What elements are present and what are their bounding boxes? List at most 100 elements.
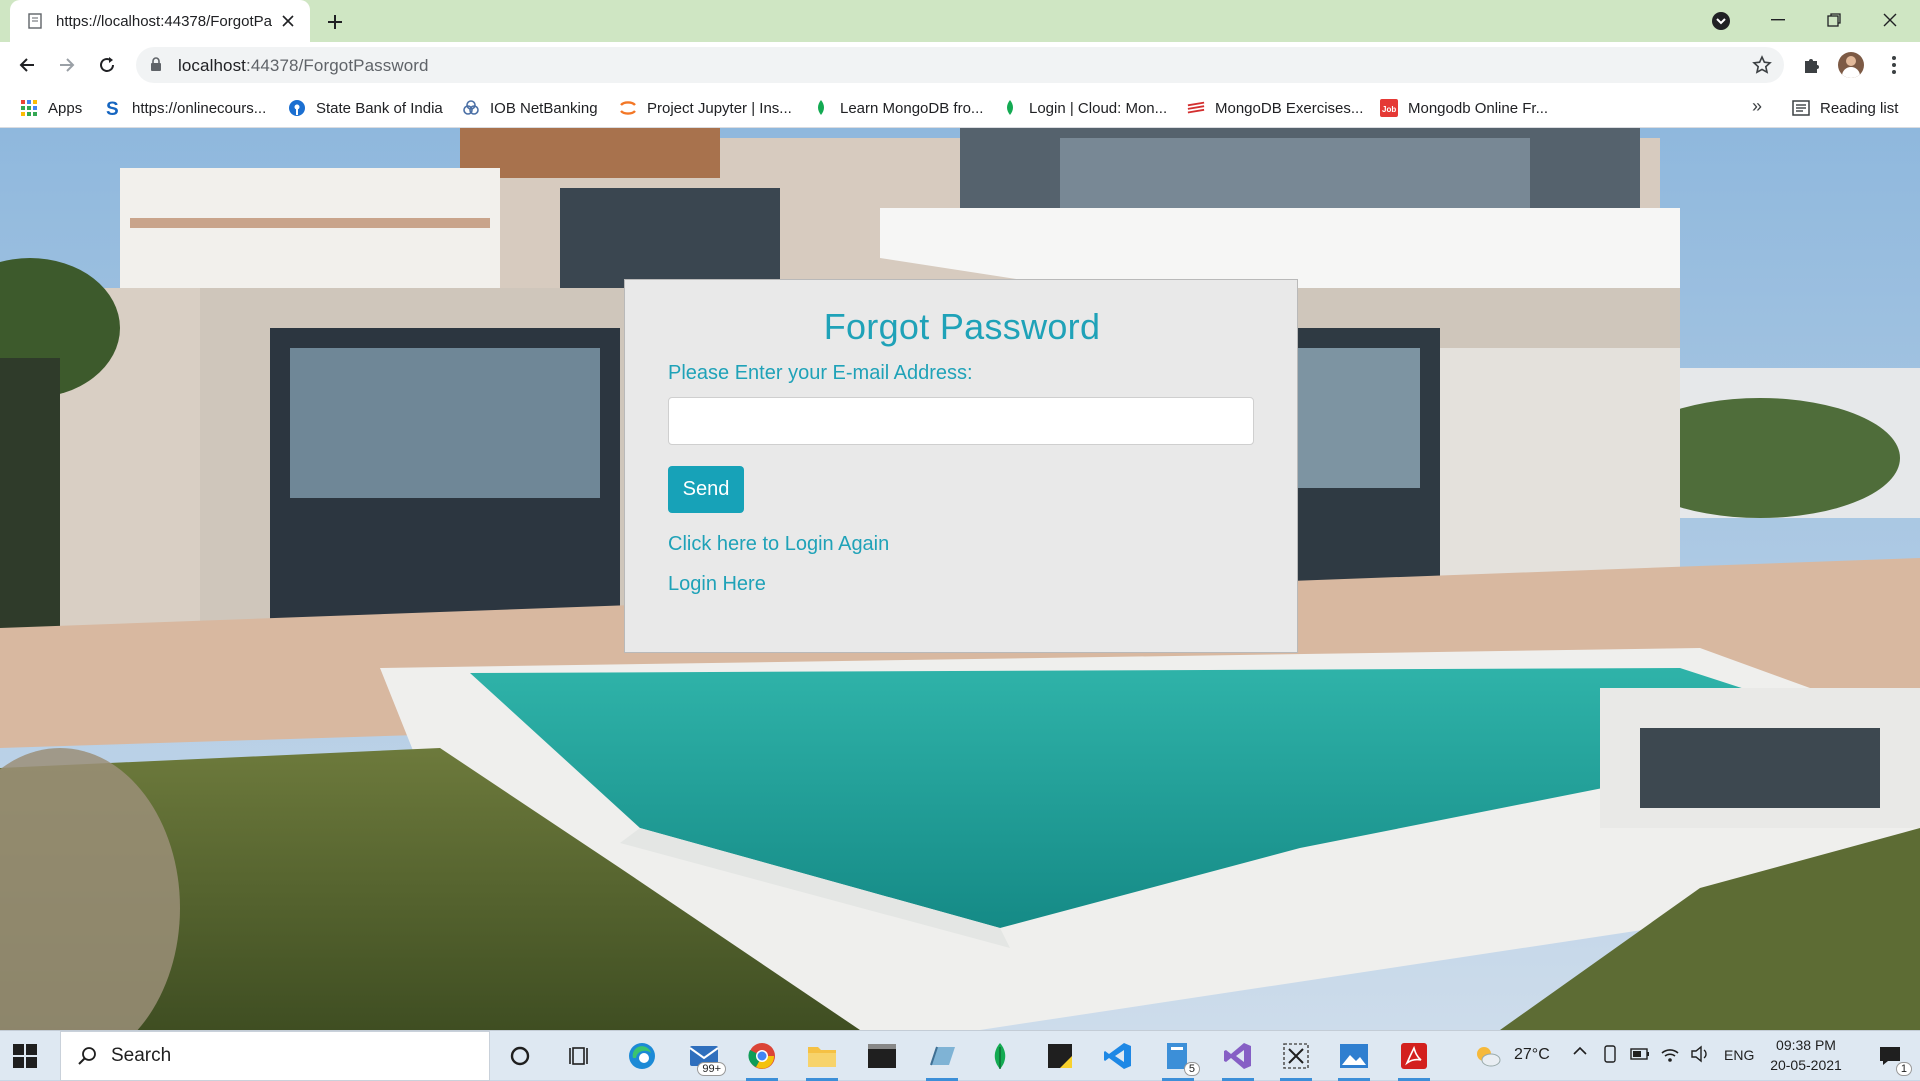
close-tab-icon[interactable] [278,11,298,31]
input-language[interactable]: ENG [1724,1047,1754,1063]
bookmark-label: Learn MongoDB fro... [840,99,984,117]
notifications-icon[interactable]: 1 [1866,1031,1914,1081]
forgot-password-card: Forgot Password Please Enter your E-mail… [624,279,1298,653]
profile-avatar[interactable] [1838,52,1864,78]
email-input[interactable] [668,397,1254,445]
forward-arrow-icon[interactable] [53,51,81,79]
volume-icon[interactable] [1690,1045,1710,1068]
mail-icon[interactable]: 99+ [680,1031,728,1081]
svg-text:Job: Job [1382,105,1396,114]
bookmark-label: Mongodb Online Fr... [1408,99,1549,117]
url-text[interactable]: localhost:44378/ForgotPassword [178,56,429,76]
cortana-icon[interactable] [496,1031,544,1081]
apps-grid-icon [20,99,38,117]
s-logo-icon: S [104,99,122,117]
sticky-notes-icon[interactable] [1036,1031,1084,1081]
bookmark-sbi[interactable]: State Bank of India [288,94,443,122]
url-host: localhost [178,56,246,75]
tab-search-icon[interactable] [1710,10,1732,32]
bookmark-jupyter[interactable]: Project Jupyter | Ins... [619,94,792,122]
wifi-icon[interactable] [1660,1045,1680,1068]
chrome-icon[interactable] [738,1031,786,1081]
bookmark-apps[interactable]: Apps [20,94,82,122]
send-button[interactable]: Send [668,466,744,513]
acrobat-reader-icon[interactable] [1390,1031,1438,1081]
bookmark-label: Apps [48,99,83,117]
browser-toolbar: localhost:44378/ForgotPassword [0,42,1920,88]
clock-date: 20-05-2021 [1770,1057,1842,1073]
bookmark-label: Project Jupyter | Ins... [647,99,792,117]
bookmark-mongodb-cloud-login[interactable]: Login | Cloud: Mon... [1001,94,1167,122]
sbi-logo-icon [288,99,306,117]
tab-title: https://localhost:44378/ForgotPa [56,12,272,30]
vscode-icon[interactable] [1094,1031,1142,1081]
minimize-window-icon[interactable] [1750,0,1806,40]
bookmarks-overflow-chevron[interactable]: » [1752,96,1762,117]
file-explorer-icon[interactable] [798,1031,846,1081]
bookmark-label: MongoDB Exercises... [1215,99,1364,117]
bookmark-label: State Bank of India [316,99,443,117]
job-logo-icon: Job [1380,99,1398,117]
task-view-icon[interactable] [556,1031,604,1081]
bookmarks-bar: Apps S https://onlinecours... State Bank… [0,88,1920,128]
files-app-icon[interactable]: 5 [1154,1031,1202,1081]
terminal-icon[interactable] [858,1031,906,1081]
weather-temperature[interactable]: 27°C [1514,1046,1550,1064]
windows-start-icon[interactable] [12,1043,38,1069]
w3resource-logo-icon [1187,99,1205,117]
browser-menu-icon[interactable] [1880,51,1908,79]
snipping-tool-icon[interactable] [1272,1031,1320,1081]
taskbar-search-box[interactable]: Search [60,1031,490,1081]
notes-app-icon[interactable] [918,1031,966,1081]
jupyter-logo-icon [619,99,637,117]
email-label: Please Enter your E-mail Address: [668,362,973,384]
lock-icon[interactable] [150,57,162,77]
reading-list-label: Reading list [1820,99,1899,117]
bookmark-iob[interactable]: IOB NetBanking [462,94,598,122]
page-viewport: Forgot Password Please Enter your E-mail… [0,128,1920,1030]
mongodb-leaf-icon [1001,99,1019,117]
reload-icon[interactable] [93,51,121,79]
mongodb-leaf-icon [812,99,830,117]
reading-list-icon [1792,100,1810,116]
iob-logo-icon [462,99,480,117]
bookmark-label: Login | Cloud: Mon... [1029,99,1168,117]
bookmark-onlinecourses[interactable]: S https://onlinecours... [104,94,266,122]
reading-list-button[interactable]: Reading list [1792,94,1898,122]
system-clock[interactable]: 09:38 PM 20-05-2021 [1763,1035,1849,1075]
svg-text:S: S [106,99,119,117]
photos-app-icon[interactable] [1330,1031,1378,1081]
browser-tab-active[interactable]: https://localhost:44378/ForgotPa [10,0,310,42]
browser-tab-strip: https://localhost:44378/ForgotPa [0,0,1920,42]
bookmark-learn-mongodb[interactable]: Learn MongoDB fro... [812,94,983,122]
bookmark-star-icon[interactable] [1752,55,1772,80]
new-tab-icon[interactable] [322,9,348,35]
bookmark-label: https://onlinecours... [132,99,267,117]
page-favicon-icon [26,12,44,30]
bookmark-mongodb-online[interactable]: Job Mongodb Online Fr... [1380,94,1548,122]
restore-window-icon[interactable] [1806,0,1862,40]
address-bar[interactable]: localhost:44378/ForgotPassword [136,47,1784,83]
page-title: Forgot Password [823,306,1101,347]
extensions-puzzle-icon[interactable] [1798,51,1826,79]
visual-studio-icon[interactable] [1214,1031,1262,1081]
back-arrow-icon[interactable] [13,51,41,79]
login-here-link[interactable]: Login Here [668,573,766,596]
tray-chevron-up-icon[interactable] [1572,1043,1588,1064]
close-window-icon[interactable] [1862,0,1918,40]
bookmark-mongodb-exercises[interactable]: MongoDB Exercises... [1187,94,1363,122]
files-window-count-badge: 5 [1183,1062,1200,1076]
weather-icon[interactable] [1464,1031,1512,1081]
url-path: :44378/ForgotPassword [246,56,429,75]
clock-time: 09:38 PM [1776,1037,1836,1053]
mongodb-compass-icon[interactable] [976,1031,1024,1081]
device-icon[interactable] [1602,1045,1618,1068]
edge-browser-icon[interactable] [618,1031,666,1081]
windows-taskbar: Search 99+ 5 27°C ENG 09:38 PM 20-05-202… [0,1030,1920,1081]
bookmark-label: IOB NetBanking [490,99,598,117]
battery-icon[interactable] [1630,1047,1650,1065]
notification-count-badge: 1 [1895,1062,1912,1076]
mail-unread-badge: 99+ [697,1062,726,1076]
search-icon [77,1046,97,1066]
login-again-link[interactable]: Click here to Login Again [668,533,889,556]
